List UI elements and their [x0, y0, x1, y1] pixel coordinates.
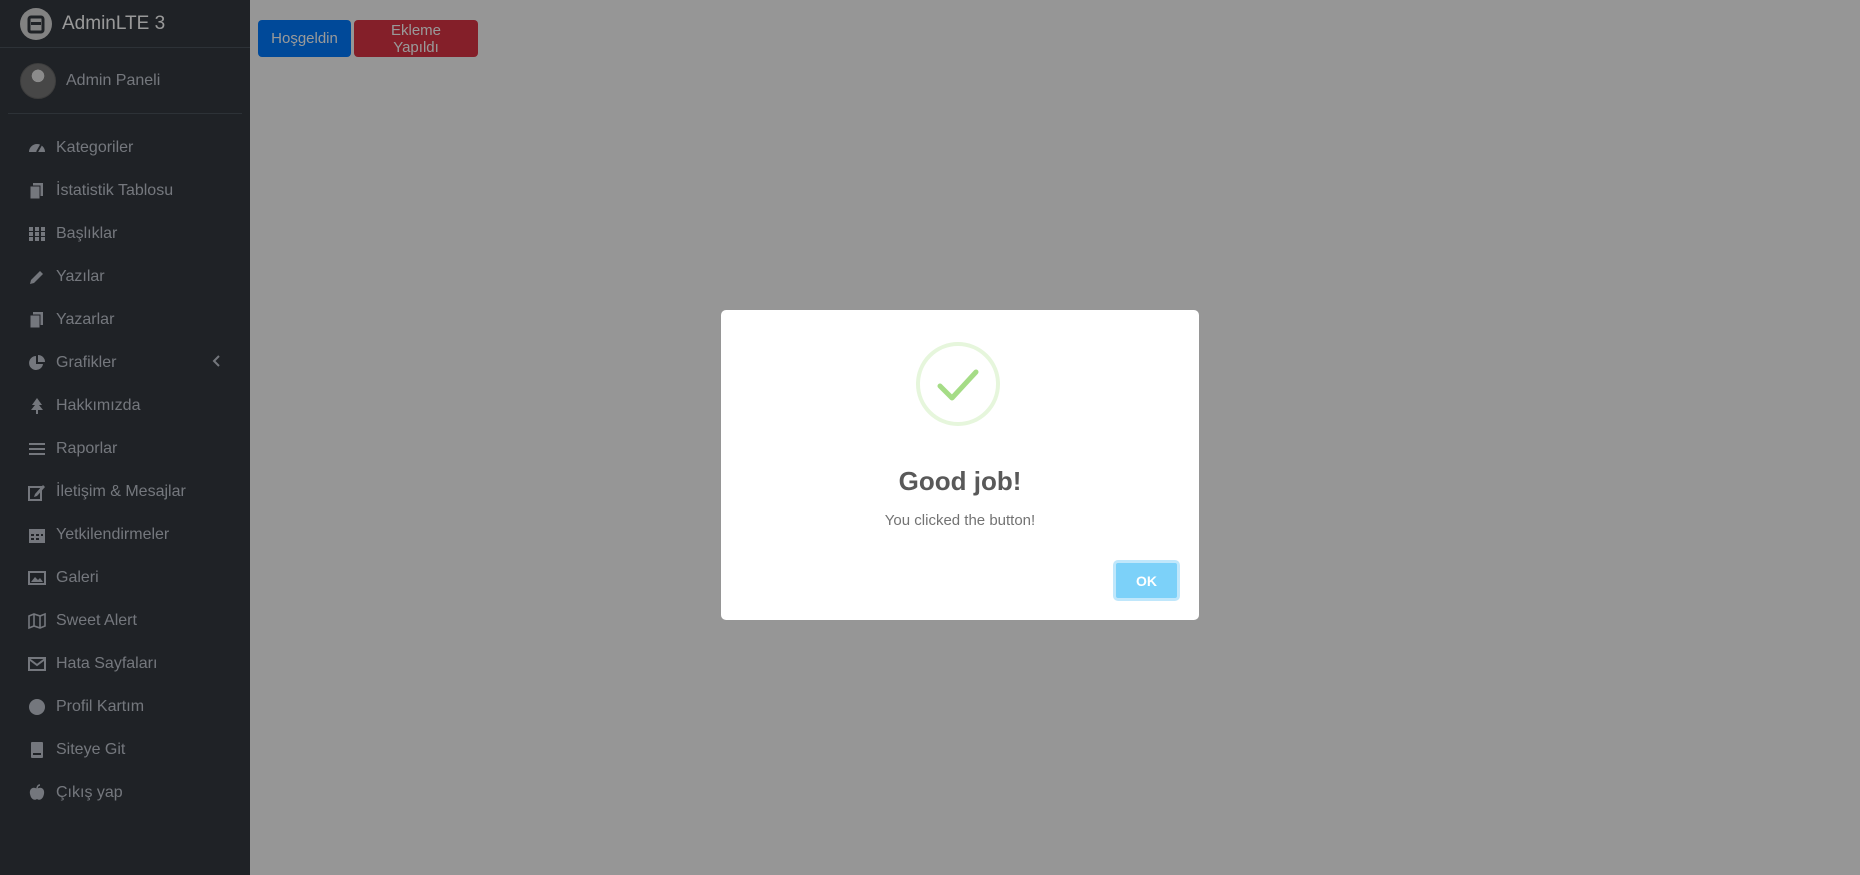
modal-title: Good job!	[898, 466, 1022, 496]
check-icon	[937, 369, 979, 401]
sweet-alert-modal: Good job! You clicked the button! OK	[721, 310, 1199, 620]
ok-button[interactable]: OK	[1113, 560, 1180, 601]
success-icon	[916, 342, 1000, 426]
modal-text: You clicked the button!	[884, 512, 1036, 529]
